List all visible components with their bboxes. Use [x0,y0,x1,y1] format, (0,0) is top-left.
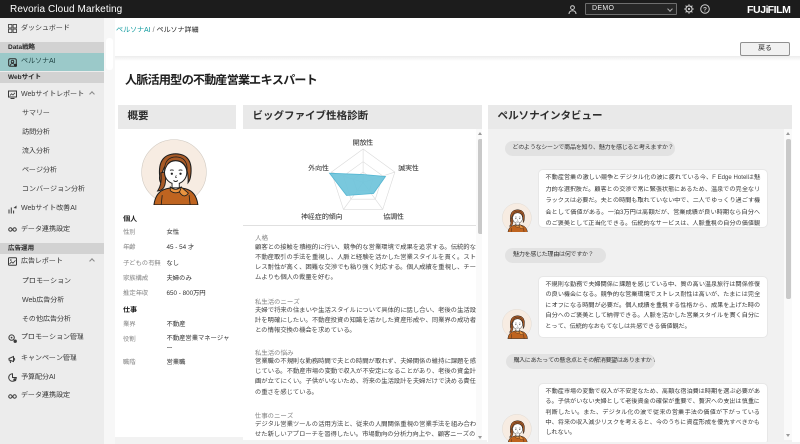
svg-text:開放性: 開放性 [352,138,373,147]
svg-text:誠実性: 誠実性 [398,164,419,172]
svg-text:神経症的傾向: 神経症的傾向 [300,212,342,221]
svg-text:外向性: 外向性 [308,163,329,172]
svg-text:協調性: 協調性 [383,212,404,221]
svg-text:?: ? [703,6,707,13]
